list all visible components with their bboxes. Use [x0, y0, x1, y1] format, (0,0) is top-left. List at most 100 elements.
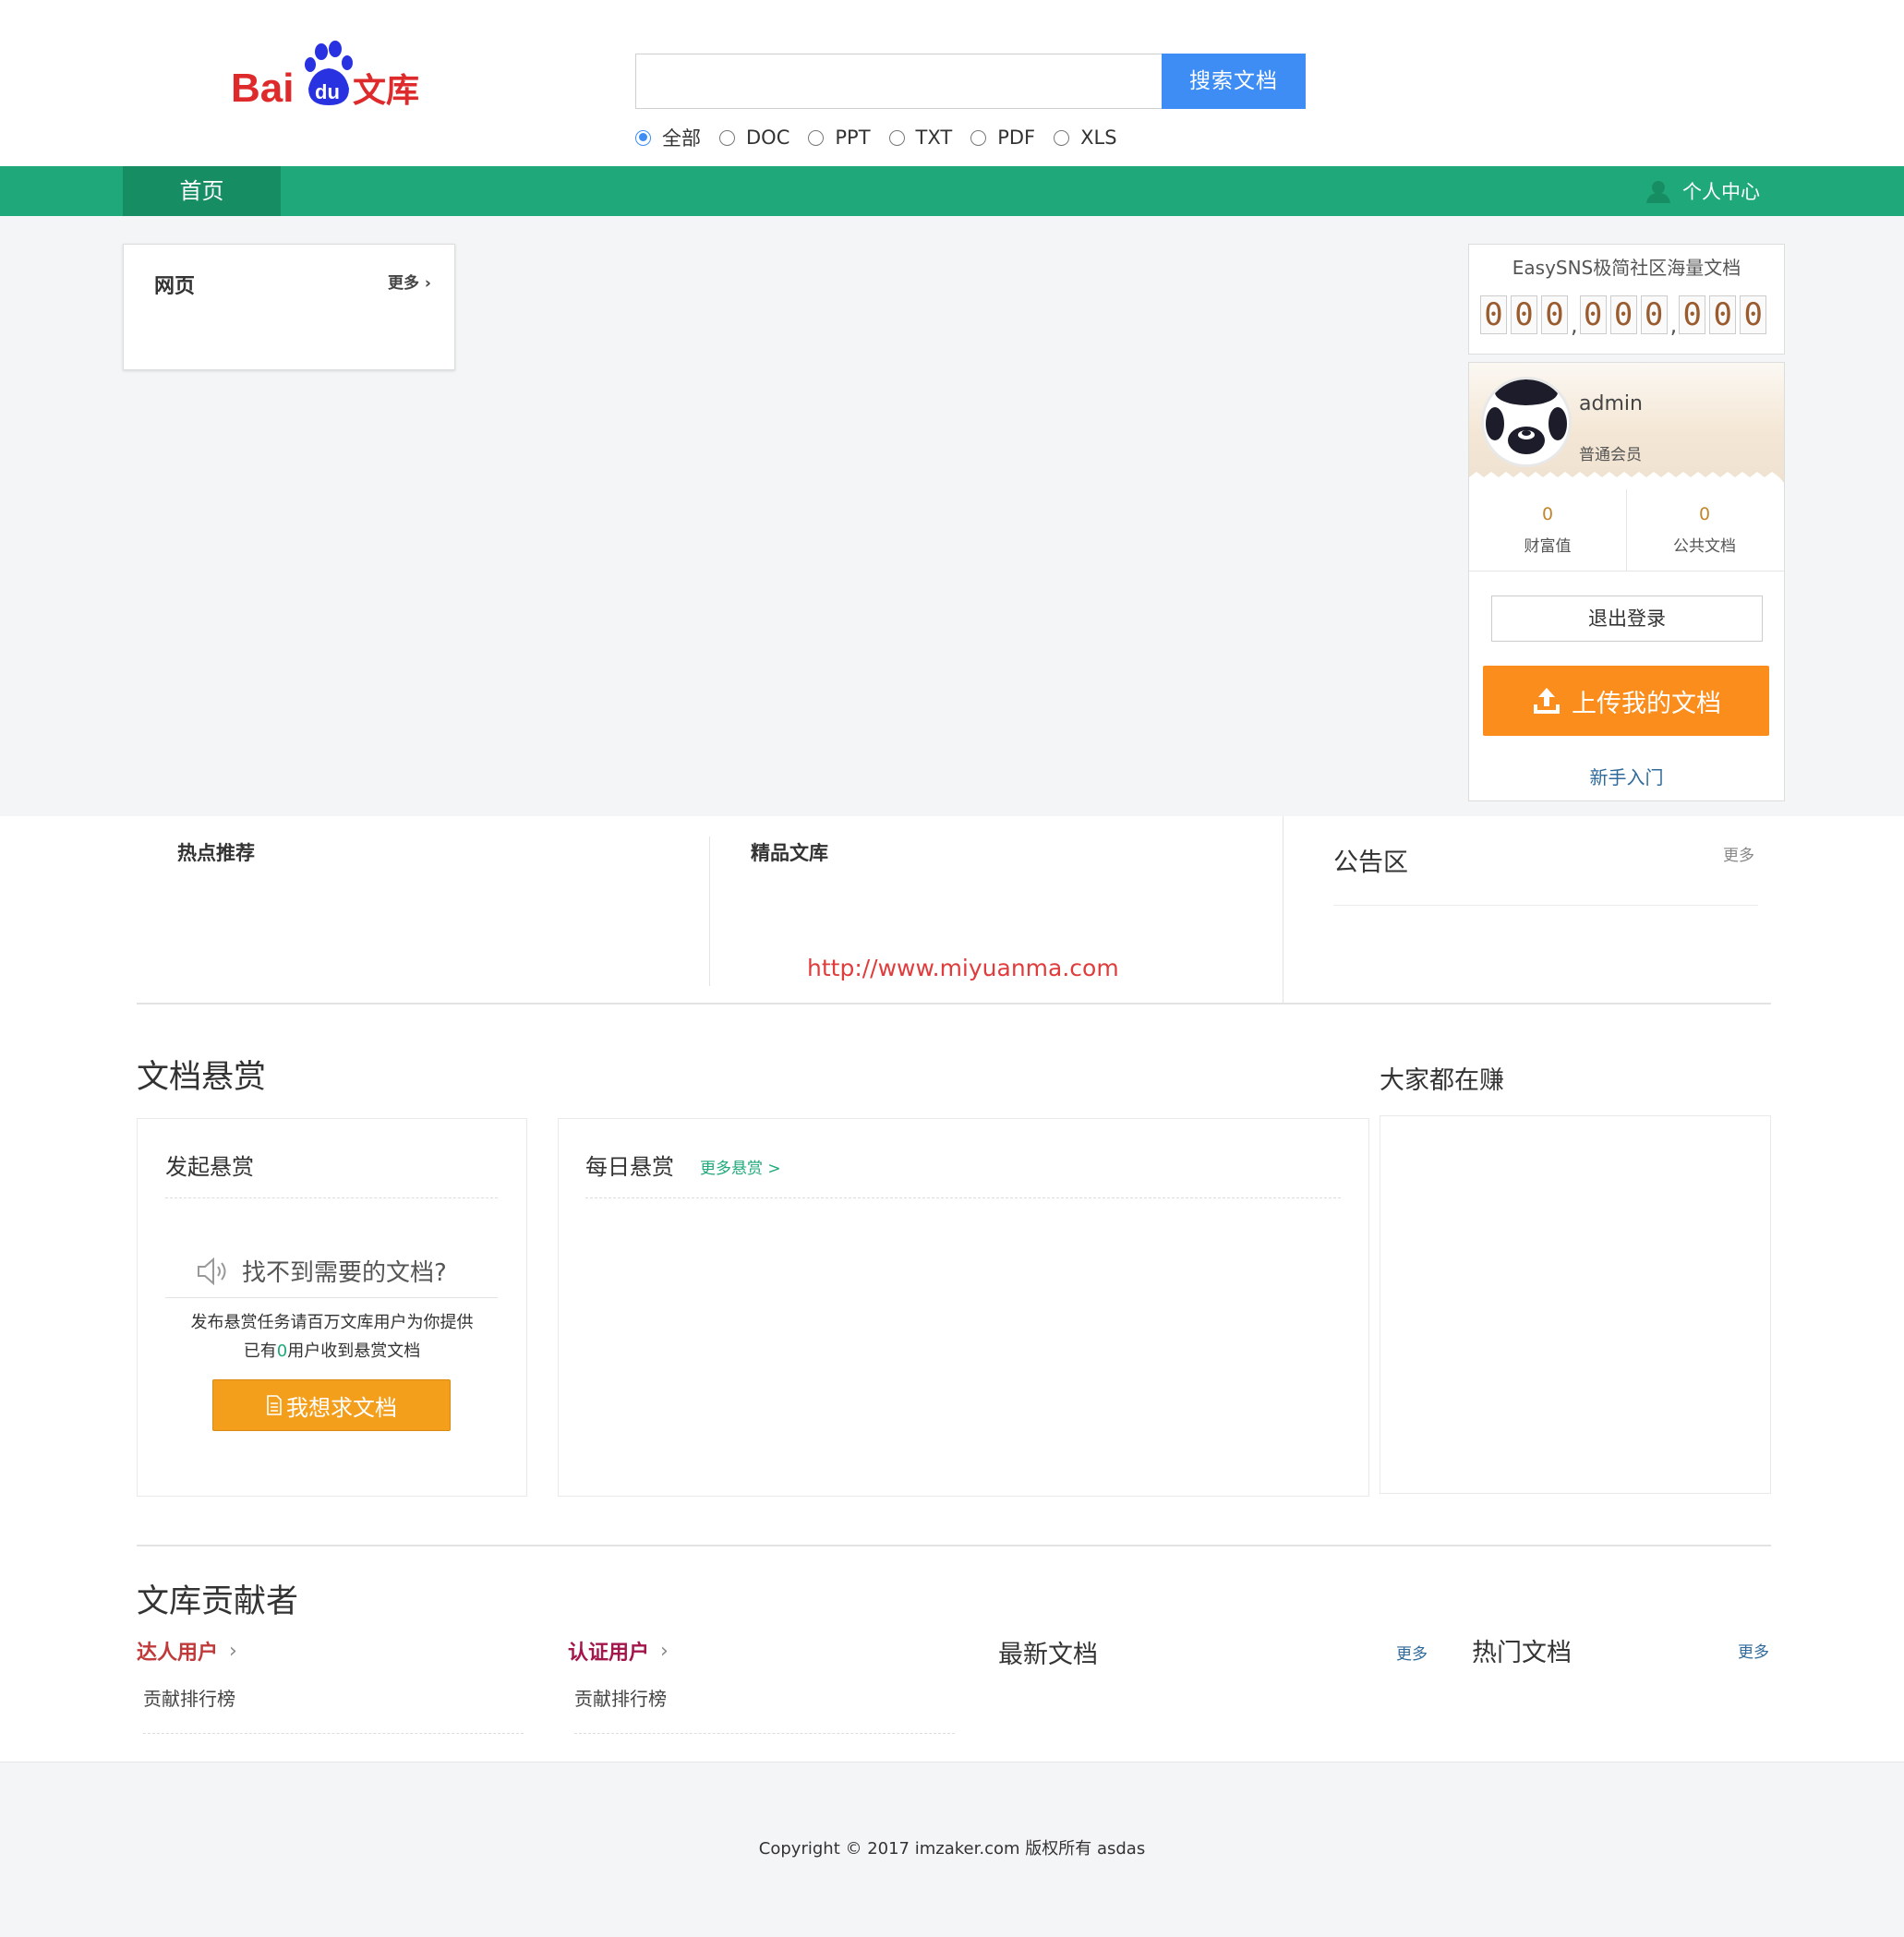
copyright-text: Copyright © 2017 imzaker.com 版权所有 asdas [758, 1839, 1146, 1859]
counter-digit: 0 [1541, 295, 1568, 334]
radio-icon[interactable] [808, 129, 825, 146]
filter-doc[interactable]: DOC [719, 126, 789, 149]
upload-icon [1534, 688, 1560, 714]
upload-doc-label: 上传我的文档 [1572, 689, 1721, 718]
avatar[interactable] [1481, 377, 1572, 467]
cant-find-prompt: 找不到需要的文档? [196, 1254, 447, 1288]
filter-pdf[interactable]: PDF [970, 126, 1035, 149]
stat-divider [1626, 489, 1627, 571]
expert-users-label: 达人用户 [137, 1642, 219, 1665]
dashed-divider [143, 1733, 524, 1734]
user-name[interactable]: admin [1579, 392, 1643, 415]
dashed-divider [574, 1733, 955, 1734]
counter-digit: 0 [1640, 295, 1668, 334]
verified-ranking-tab[interactable]: 贡献排行榜 [574, 1684, 667, 1711]
baidu-wenku-logo[interactable]: Bai du 文库 [231, 41, 425, 114]
reward-section-title: 文档悬赏 [137, 1059, 267, 1096]
expert-users-link[interactable]: 达人用户 › [137, 1636, 237, 1666]
dashed-divider [165, 1197, 498, 1198]
counter-digit: 0 [1709, 295, 1737, 334]
request-doc-button[interactable]: 我想求文档 [212, 1379, 451, 1431]
latest-docs-title: 最新文档 [998, 1641, 1098, 1669]
filter-label: PPT [835, 126, 871, 149]
nav-home[interactable]: 首页 [123, 166, 281, 216]
reward-received-count: 已有0用户收到悬赏文档 [137, 1338, 527, 1362]
logout-button[interactable]: 退出登录 [1491, 596, 1763, 642]
hot-docs-title: 热门文档 [1472, 1639, 1572, 1667]
divider [165, 1297, 498, 1298]
search-input[interactable] [635, 54, 1163, 109]
fine-library-title: 精品文库 [751, 842, 828, 864]
filter-txt[interactable]: TXT [888, 126, 953, 149]
counter-digit: 0 [1511, 295, 1537, 334]
doc-counter-title: EasySNS极简社区海量文档 [1512, 257, 1741, 279]
user-level: 普通会员 [1579, 446, 1642, 464]
svg-text:du: du [315, 80, 340, 103]
counter-digit: 0 [1609, 295, 1637, 334]
nav-user-center[interactable]: 个人中心 [1645, 166, 1760, 216]
verified-users-link[interactable]: 认证用户 › [568, 1636, 669, 1666]
notice-divider [1333, 905, 1758, 906]
nav-user-center-label: 个人中心 [1682, 181, 1760, 203]
hot-recommend-title: 热点推荐 [177, 842, 255, 864]
radio-icon[interactable] [635, 129, 651, 146]
radio-icon[interactable] [1054, 129, 1070, 146]
wealth-label: 财富值 [1524, 537, 1572, 556]
reward-description: 发布悬赏任务请百万文库用户为你提供 [190, 1313, 474, 1332]
document-icon [267, 1395, 282, 1415]
section-divider [137, 1545, 1771, 1546]
notice-more-link[interactable]: 更多 [1723, 842, 1754, 865]
upload-doc-button[interactable]: 上传我的文档 [1483, 666, 1769, 736]
user-icon [1646, 181, 1670, 203]
latest-docs-more-link[interactable]: 更多 [1396, 1641, 1428, 1664]
doc-type-filters: 全部 DOC PPT TXT PDF XLS [635, 124, 1136, 151]
counter-comma: , [1571, 312, 1578, 338]
svg-text:文库: 文库 [353, 72, 419, 110]
filter-xls[interactable]: XLS [1054, 126, 1117, 149]
filter-ppt[interactable]: PPT [808, 126, 871, 149]
web-card [123, 244, 455, 370]
counter-digit: 0 [1740, 295, 1767, 334]
reward-count-prefix: 已有 [243, 1341, 277, 1361]
hot-docs-more-link[interactable]: 更多 [1738, 1639, 1769, 1662]
newbie-guide-link[interactable]: 新手入门 [1468, 763, 1785, 789]
search-button[interactable]: 搜索文档 [1162, 54, 1306, 109]
chevron-right-icon: › [660, 1639, 669, 1663]
notice-title: 公告区 [1333, 848, 1408, 877]
panda-avatar-icon [1484, 379, 1569, 464]
chevron-right-icon: › [229, 1639, 237, 1663]
counter-comma: , [1669, 312, 1678, 338]
wealth-value: 0 [1541, 504, 1554, 524]
counter-digit: 0 [1480, 295, 1507, 334]
radio-icon[interactable] [970, 129, 987, 146]
filter-label: XLS [1080, 126, 1117, 149]
cant-find-text: 找不到需要的文档? [242, 1259, 447, 1287]
reward-count-suffix: 用户收到悬赏文档 [287, 1341, 421, 1361]
web-card-title: 网页 [154, 275, 196, 298]
filter-label: 全部 [662, 127, 701, 150]
radio-icon[interactable] [719, 129, 735, 146]
filter-label: TXT [915, 126, 953, 149]
counter-digit: 0 [1679, 295, 1706, 334]
filter-label: PDF [997, 126, 1036, 149]
daily-reward-box [558, 1118, 1369, 1497]
expert-ranking-tab[interactable]: 贡献排行榜 [143, 1684, 235, 1711]
contributors-title: 文库贡献者 [137, 1583, 299, 1620]
public-docs-value: 0 [1698, 504, 1711, 524]
start-reward-title: 发起悬赏 [165, 1154, 254, 1180]
filter-all[interactable]: 全部 [635, 124, 701, 151]
counter-digit: 0 [1579, 295, 1607, 334]
request-doc-label: 我想求文档 [286, 1394, 397, 1421]
speaker-icon [198, 1257, 226, 1285]
verified-users-label: 认证用户 [568, 1642, 650, 1665]
web-card-more-link[interactable]: 更多 › [388, 270, 431, 293]
page: Bai du 文库 搜索文档 全部 DOC PPT TXT PDF XLS 首页… [0, 0, 1904, 1937]
filter-label: DOC [746, 126, 790, 149]
doc-counter-digits: 0 0 0 , 0 0 0 , 0 0 0 [1480, 295, 1770, 338]
watermark-text: http://www.miyuanma.com [807, 955, 1119, 981]
radio-icon[interactable] [888, 129, 905, 146]
dashed-divider [585, 1197, 1341, 1198]
section-divider [137, 1003, 1771, 1005]
daily-reward-more-link[interactable]: 更多悬赏 > [700, 1155, 781, 1178]
earning-title: 大家都在赚 [1380, 1066, 1504, 1095]
